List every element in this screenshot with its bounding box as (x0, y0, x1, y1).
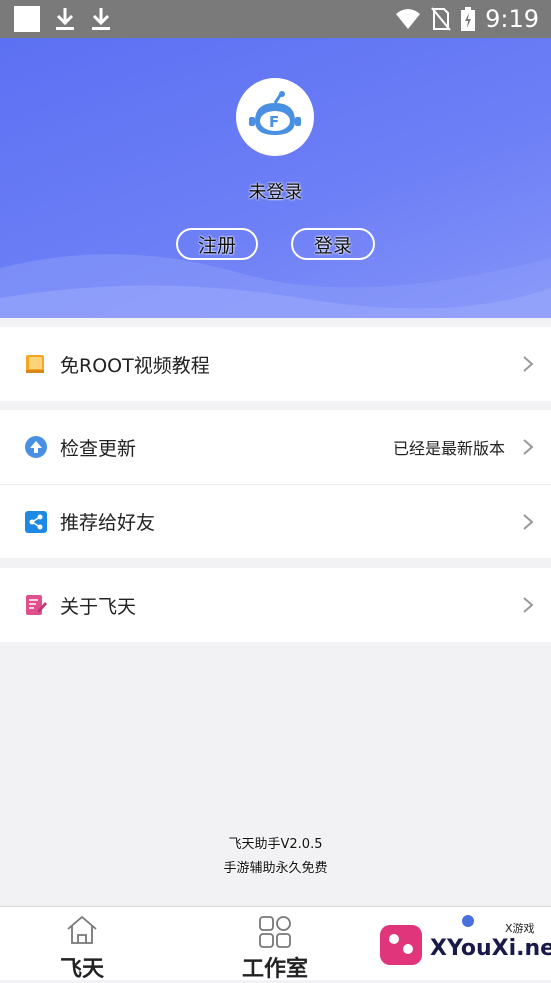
watermark-small-text: X游戏 (505, 922, 535, 935)
menu-item-label: 推荐给好友 (60, 512, 156, 534)
no-sim-icon (431, 7, 451, 31)
register-button[interactable]: 注册 (176, 228, 258, 260)
svg-text:F: F (269, 113, 279, 131)
wifi-icon (396, 9, 421, 29)
menu-item-about[interactable]: 关于飞天 (0, 568, 551, 642)
status-bar: 9:19 (0, 0, 551, 38)
download-icon (56, 8, 74, 30)
about-card: 关于飞天 (0, 568, 551, 642)
home-icon (67, 915, 97, 944)
header-wave (0, 254, 551, 318)
chevron-right-icon (523, 513, 534, 530)
menu-item-share[interactable]: 推荐给好友 (0, 484, 551, 558)
update-status-text: 已经是最新版本 (392, 439, 505, 458)
login-button[interactable]: 登录 (291, 228, 375, 260)
tab-label: 飞天 (59, 957, 104, 982)
username-label: 未登录 (248, 182, 303, 203)
profile-header: F 未登录 注册 登录 (0, 38, 551, 318)
tab-studio[interactable]: 工作室 (215, 907, 335, 982)
settings-card: 检查更新 已经是最新版本 推荐给好友 (0, 410, 551, 558)
version-text: 飞天助手V2.0.5 (228, 837, 323, 852)
share-icon (24, 510, 48, 534)
watermark-text: XYouXi.net (430, 936, 551, 961)
upload-arrow-icon (24, 435, 48, 459)
menu-item-label: 免ROOT视频教程 (60, 354, 210, 377)
menu-item-tutorial[interactable]: 免ROOT视频教程 (0, 327, 551, 401)
avatar[interactable]: F (236, 78, 314, 156)
chevron-right-icon (523, 597, 534, 613)
clock: 9:19 (485, 5, 539, 33)
menu-item-check-update[interactable]: 检查更新 已经是最新版本 (0, 410, 551, 484)
version-footer: 飞天助手V2.0.5 手游辅助永久免费 (0, 833, 551, 881)
menu-item-label: 检查更新 (60, 437, 137, 460)
app-square-icon (14, 6, 40, 32)
edit-note-icon (24, 593, 48, 617)
download-icon (92, 8, 110, 30)
grid-icon (259, 916, 291, 948)
battery-charging-icon (461, 7, 476, 31)
menu-item-label: 关于飞天 (60, 595, 137, 618)
book-icon (24, 352, 48, 376)
robot-f-logo-icon: F (249, 91, 301, 135)
tab-home[interactable]: 飞天 (22, 907, 142, 982)
slogan-text: 手游辅助永久免费 (223, 861, 328, 876)
chevron-right-icon (523, 439, 534, 455)
tutorial-card: 免ROOT视频教程 (0, 327, 551, 401)
chevron-right-icon (523, 356, 534, 372)
tab-label: 工作室 (241, 957, 308, 982)
